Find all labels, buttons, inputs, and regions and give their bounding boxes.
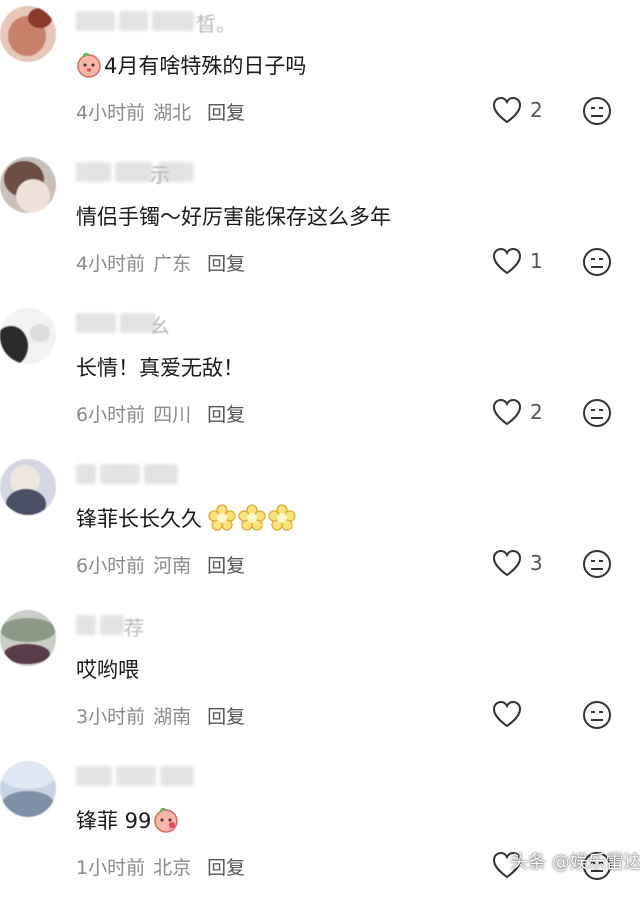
comment-item: ⽰ 情侣手镯～好厉害能保存这么多年 4小时前 广东 回复 1 xyxy=(0,157,640,307)
comment-text: 情侣手镯～好厉害能保存这么多年 xyxy=(76,201,391,231)
avatar[interactable] xyxy=(0,157,56,213)
username-tail: 晳。 xyxy=(196,12,236,36)
avatar[interactable] xyxy=(0,6,56,62)
avatar[interactable] xyxy=(0,308,56,364)
flower-icon xyxy=(208,504,236,531)
comment-item: 荐 哎哟喂 3小时前 湖南 回复 xyxy=(0,610,640,760)
comment-location: 北京 xyxy=(153,857,192,879)
reply-button[interactable]: 回复 xyxy=(207,102,245,124)
heart-icon xyxy=(492,700,522,728)
reply-button[interactable]: 回复 xyxy=(207,253,245,275)
username[interactable] xyxy=(76,310,194,336)
comment-location: 四川 xyxy=(153,404,192,426)
username-tail: 荐 xyxy=(124,616,144,640)
comment-time: 6小时前 xyxy=(76,404,146,426)
like-button[interactable]: 2 xyxy=(492,96,543,124)
dislike-face-icon[interactable] xyxy=(582,549,612,579)
comment-item: 幺 长情！真爱无敌！ 6小时前 四川 回复 2 xyxy=(0,308,640,458)
reply-button[interactable]: 回复 xyxy=(207,555,245,577)
avatar[interactable] xyxy=(0,610,56,666)
comment-time: 3小时前 xyxy=(76,706,146,728)
comment-text-content: 哎哟喂 xyxy=(76,658,139,682)
peach-face-icon xyxy=(154,808,179,833)
comment-location: 河南 xyxy=(153,555,192,577)
like-button[interactable] xyxy=(492,700,530,728)
heart-icon xyxy=(492,96,522,124)
comment-text: 长情！真爱无敌！ xyxy=(76,352,244,382)
like-count: 3 xyxy=(530,551,543,575)
dislike-face-icon[interactable] xyxy=(582,96,612,126)
dislike-face-icon[interactable] xyxy=(582,247,612,277)
comment-time: 4小时前 xyxy=(76,102,146,124)
comment-meta: 4小时前 湖北 回复 xyxy=(76,98,245,125)
comment-text-content: 4月有啥特殊的日子吗 xyxy=(104,54,307,78)
comment-text: 4月有啥特殊的日子吗 xyxy=(76,50,306,80)
comment-text-content: 情侣手镯～好厉害能保存这么多年 xyxy=(76,205,391,229)
comment-text: 哎哟喂 xyxy=(76,654,139,684)
comment-location: 湖南 xyxy=(153,706,192,728)
dislike-face-icon[interactable] xyxy=(582,700,612,730)
comment-item: 晳。 4月有啥特殊的日子吗 4小时前 湖北 回复 2 xyxy=(0,6,640,156)
like-button[interactable]: 3 xyxy=(492,549,543,577)
username[interactable] xyxy=(76,8,194,34)
username-tail: ⽰ xyxy=(150,163,170,187)
like-button[interactable]: 1 xyxy=(492,247,543,275)
avatar[interactable] xyxy=(0,459,56,515)
like-count: 1 xyxy=(530,249,543,273)
dislike-face-icon[interactable] xyxy=(582,398,612,428)
comment-item: 锋菲长长久久 6小时前 河南 回复 3 xyxy=(0,459,640,609)
peach-face-icon xyxy=(77,53,101,78)
heart-icon xyxy=(492,398,522,426)
comment-meta: 6小时前 河南 回复 xyxy=(76,551,245,578)
comment-time: 4小时前 xyxy=(76,253,146,275)
reply-button[interactable]: 回复 xyxy=(207,857,245,879)
username[interactable] xyxy=(76,159,194,185)
reply-button[interactable]: 回复 xyxy=(207,706,245,728)
comment-time: 1小时前 xyxy=(76,857,146,879)
comment-meta: 6小时前 四川 回复 xyxy=(76,400,245,427)
comment-meta: 3小时前 湖南 回复 xyxy=(76,702,245,729)
comment-location: 湖北 xyxy=(153,102,192,124)
comment-text: 锋菲 99 xyxy=(76,805,181,835)
like-count: 2 xyxy=(530,400,543,424)
comment-meta: 4小时前 广东 回复 xyxy=(76,249,245,276)
username-tail: 幺 xyxy=(150,314,170,338)
heart-icon xyxy=(492,247,522,275)
comment-text: 锋菲长长久久 xyxy=(76,503,296,533)
reply-button[interactable]: 回复 xyxy=(207,404,245,426)
comment-text-content: 锋菲长长久久 xyxy=(76,507,202,531)
comment-text-content: 长情！真爱无敌！ xyxy=(76,356,244,380)
flower-icon xyxy=(238,504,266,531)
comment-item: 锋菲 99 1小时前 北京 回复 xyxy=(0,761,640,911)
avatar[interactable] xyxy=(0,761,56,817)
comment-time: 6小时前 xyxy=(76,555,146,577)
username[interactable] xyxy=(76,461,194,487)
flower-icon xyxy=(268,504,296,531)
watermark: 头条 @娱乐雷达 xyxy=(510,852,640,873)
heart-icon xyxy=(492,549,522,577)
comment-location: 广东 xyxy=(153,253,192,275)
username[interactable] xyxy=(76,763,194,789)
comment-meta: 1小时前 北京 回复 xyxy=(76,853,245,880)
like-button[interactable]: 2 xyxy=(492,398,543,426)
comment-text-content: 锋菲 99 xyxy=(76,809,152,833)
like-count: 2 xyxy=(530,98,543,122)
